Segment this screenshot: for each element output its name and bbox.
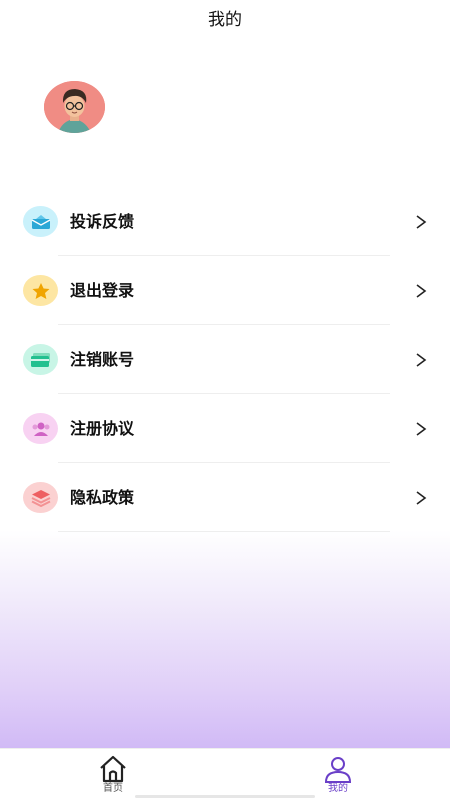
chevron-right-icon bbox=[416, 284, 427, 298]
profile-screen: 我的 投诉反馈 退出登录 注销账号 注册协议 隐私政策 首页 我的 bbox=[0, 0, 450, 800]
settings-menu: 投诉反馈 退出登录 注销账号 注册协议 隐私政策 bbox=[0, 187, 450, 532]
menu-item-register-agreement[interactable]: 注册协议 bbox=[0, 394, 450, 463]
tab-label: 首页 bbox=[103, 783, 123, 794]
divider bbox=[58, 531, 390, 532]
layers-icon bbox=[23, 482, 58, 513]
home-indicator bbox=[135, 795, 315, 798]
users-icon bbox=[23, 413, 58, 444]
envelope-icon bbox=[23, 206, 58, 237]
card-icon bbox=[23, 344, 58, 375]
menu-item-cancel-account[interactable]: 注销账号 bbox=[0, 325, 450, 394]
user-icon bbox=[324, 757, 352, 783]
bottom-tab-bar: 首页 我的 bbox=[0, 748, 450, 800]
menu-item-privacy-policy[interactable]: 隐私政策 bbox=[0, 463, 450, 532]
avatar[interactable] bbox=[44, 81, 105, 133]
tab-label: 我的 bbox=[328, 783, 348, 794]
chevron-right-icon bbox=[416, 215, 427, 229]
menu-item-label: 退出登录 bbox=[70, 281, 135, 300]
menu-item-label: 注销账号 bbox=[70, 350, 135, 369]
chevron-right-icon bbox=[416, 422, 427, 436]
chevron-right-icon bbox=[416, 491, 427, 505]
menu-item-label: 投诉反馈 bbox=[70, 212, 135, 231]
tab-home[interactable]: 首页 bbox=[73, 749, 153, 800]
chevron-right-icon bbox=[416, 353, 427, 367]
home-icon bbox=[100, 755, 126, 783]
tab-mine[interactable]: 我的 bbox=[298, 749, 378, 800]
menu-item-logout[interactable]: 退出登录 bbox=[0, 256, 450, 325]
menu-item-label: 注册协议 bbox=[70, 419, 135, 438]
menu-item-label: 隐私政策 bbox=[70, 488, 135, 507]
page-title: 我的 bbox=[208, 10, 242, 30]
menu-item-feedback[interactable]: 投诉反馈 bbox=[0, 187, 450, 256]
star-icon bbox=[23, 275, 58, 306]
